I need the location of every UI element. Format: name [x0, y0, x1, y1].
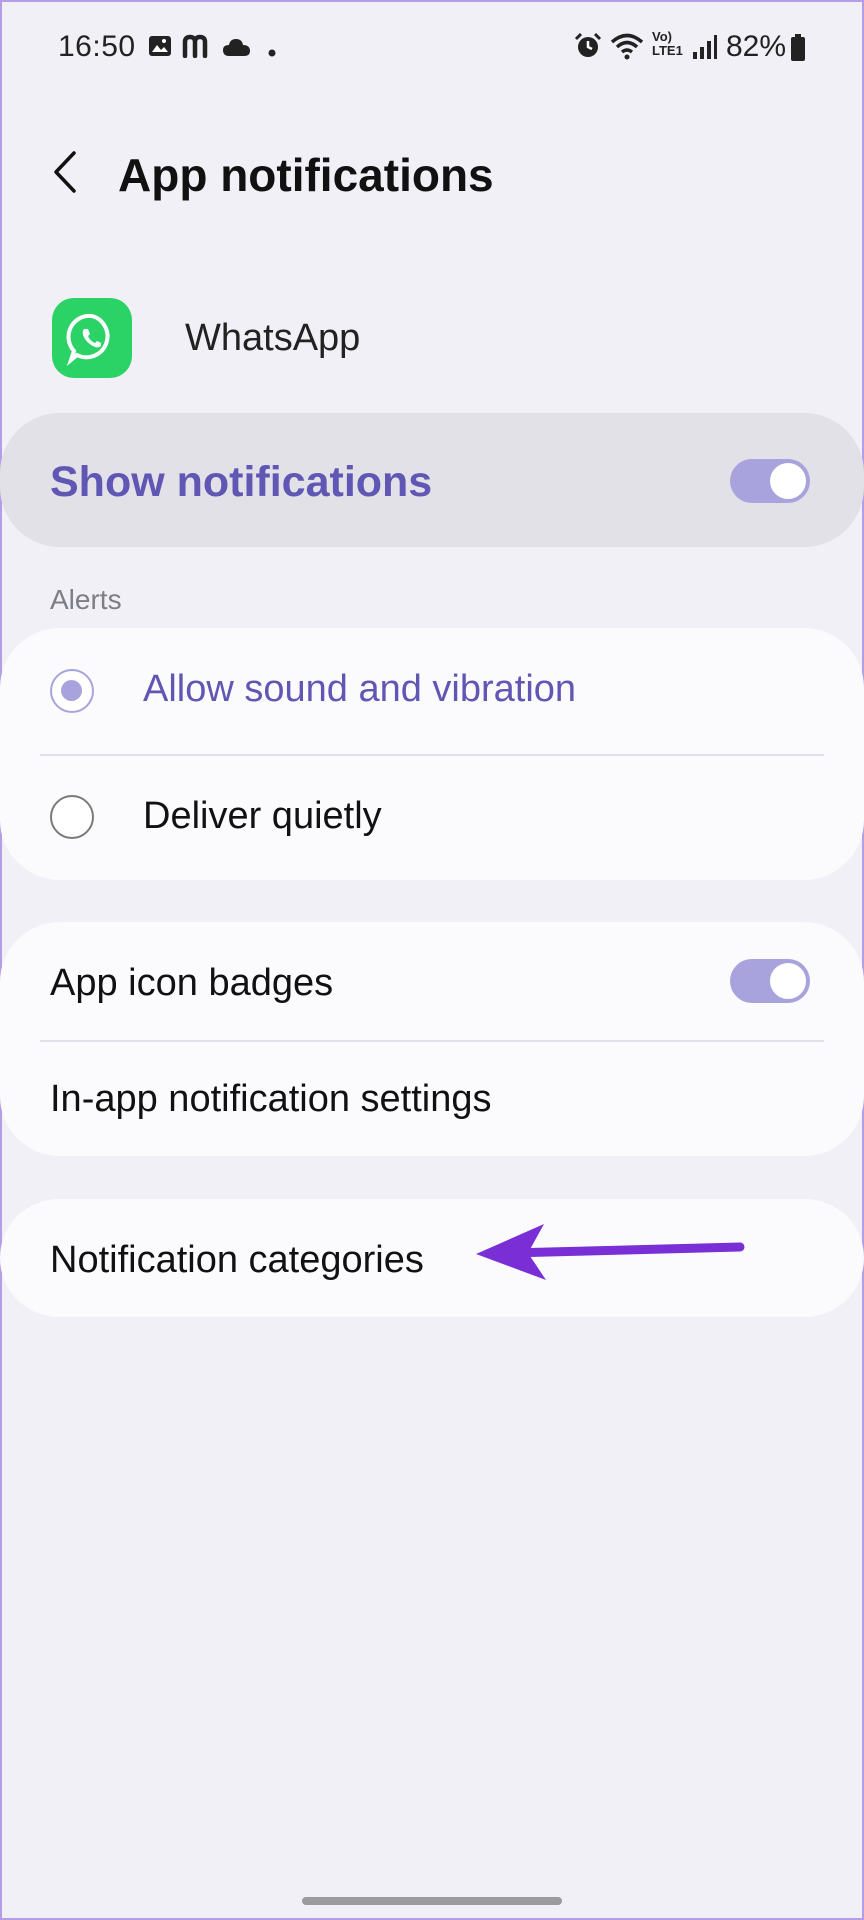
battery-percent: 82% [726, 30, 787, 63]
wifi-icon [610, 32, 644, 65]
in-app-notification-settings-row[interactable]: In-app notification settings [0, 1042, 864, 1156]
status-time: 16:50 [58, 30, 136, 63]
lte-icon: Vo) LTE1 [652, 29, 683, 58]
in-app-notification-settings-label: In-app notification settings [50, 1078, 492, 1120]
status-bar: 16:50 Vo) LTE1 82% [0, 0, 864, 96]
chevron-left-icon [54, 151, 76, 193]
alert-option-quiet-label: Deliver quietly [143, 795, 382, 837]
annotation-arrow-icon [476, 1224, 745, 1280]
app-icon-badges-label: App icon badges [50, 962, 334, 1004]
app-name: WhatsApp [185, 317, 361, 359]
whatsapp-icon [52, 298, 132, 378]
alerts-card: Allow sound and vibration Deliver quietl… [0, 628, 864, 880]
toggle-knob [768, 961, 808, 1001]
show-notifications-toggle[interactable] [730, 459, 810, 503]
toggle-knob [768, 461, 808, 501]
alert-option-sound[interactable]: Allow sound and vibration [0, 628, 864, 754]
app-icon-badges-toggle[interactable] [730, 959, 810, 1003]
battery-icon [790, 34, 806, 67]
badges-card: App icon badges In-app notification sett… [0, 922, 864, 1156]
app-icon-badges-row[interactable]: App icon badges [0, 922, 864, 1040]
page-title: App notifications [118, 149, 494, 201]
gallery-icon [148, 34, 172, 63]
alerts-section-label: Alerts [50, 584, 122, 615]
radio-deliver-quietly[interactable] [50, 795, 94, 839]
m-app-icon [182, 34, 212, 63]
dot-icon [268, 44, 276, 62]
alert-option-sound-label: Allow sound and vibration [143, 668, 577, 710]
alert-option-quiet[interactable]: Deliver quietly [0, 756, 864, 880]
home-indicator[interactable] [302, 1897, 562, 1905]
cloud-icon [222, 36, 252, 63]
alarm-icon [574, 32, 602, 65]
radio-sound-vibration[interactable] [50, 669, 94, 713]
notification-categories-label: Notification categories [50, 1239, 424, 1281]
show-notifications-label: Show notifications [50, 458, 433, 506]
signal-icon [692, 34, 718, 65]
back-button[interactable] [40, 142, 90, 202]
